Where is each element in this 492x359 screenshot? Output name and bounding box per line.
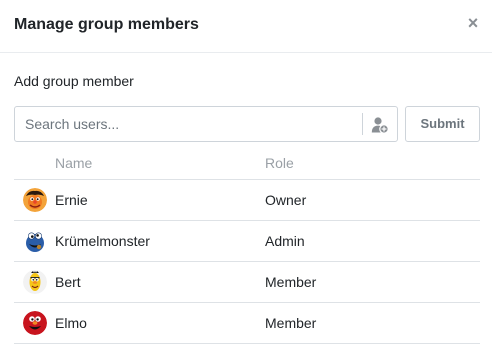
table-row[interactable]: Krümelmonster Admin bbox=[14, 221, 480, 262]
table-row[interactable]: Elmo Member bbox=[14, 303, 480, 344]
member-name: Bert bbox=[55, 274, 81, 290]
elmo-avatar bbox=[23, 311, 47, 335]
column-header-name: Name bbox=[55, 155, 93, 171]
table-row[interactable]: Ernie Owner bbox=[14, 180, 480, 221]
column-header-role: Role bbox=[265, 155, 294, 171]
member-role: Owner bbox=[265, 192, 307, 208]
search-divider bbox=[362, 113, 363, 135]
members-table: Name Role Ernie Owner Krümelmonster Admi… bbox=[14, 145, 480, 344]
member-role: Admin bbox=[265, 233, 305, 249]
user-search-group bbox=[14, 106, 398, 142]
table-row[interactable]: Bert Member bbox=[14, 262, 480, 303]
dialog-header: Manage group members × bbox=[0, 0, 492, 53]
member-role: Member bbox=[265, 315, 317, 331]
bert-avatar bbox=[23, 270, 47, 294]
submit-button[interactable]: Submit bbox=[405, 106, 480, 142]
ernie-avatar bbox=[23, 188, 47, 212]
member-name: Krümelmonster bbox=[55, 233, 150, 249]
table-header: Name Role bbox=[14, 145, 480, 180]
add-user-icon[interactable] bbox=[371, 116, 389, 134]
member-name: Ernie bbox=[55, 192, 88, 208]
manage-group-members-dialog: Manage group members × Add group member … bbox=[0, 0, 492, 359]
dialog-title: Manage group members bbox=[14, 16, 199, 33]
close-button[interactable]: × bbox=[466, 14, 480, 32]
member-name: Elmo bbox=[55, 315, 87, 331]
add-member-label: Add group member bbox=[14, 73, 134, 89]
search-users-input[interactable] bbox=[15, 107, 361, 141]
cookie-monster-avatar bbox=[23, 229, 47, 253]
member-role: Member bbox=[265, 274, 317, 290]
